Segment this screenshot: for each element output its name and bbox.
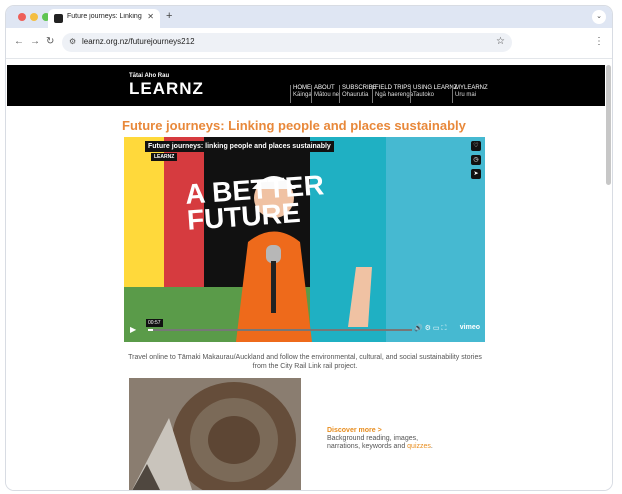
discover-more-link[interactable]: Discover more > [327,427,382,434]
browser-window: Future journeys: Linking pe ✕ + ⌄ ← → ↻ … [6,6,612,490]
page-title: Future journeys: Linking people and plac… [122,118,466,133]
back-icon[interactable]: ← [14,36,24,47]
tab-title: Future journeys: Linking pe [67,13,143,20]
browser-menu-icon[interactable]: ⋮ [594,36,604,47]
vimeo-logo[interactable]: vimeo [460,324,480,331]
nav-about[interactable]: ABOUT Mātou nei [311,85,340,103]
video-brand: LEARNZ [151,153,178,161]
nav-label: ABOUT [314,85,335,91]
bookmark-star-icon[interactable]: ☆ [496,36,505,47]
video-description: Travel online to Tāmaki Makaurau/Aucklan… [128,354,482,370]
video-controls[interactable]: 🔊 ⚙ ▭ ⛶ [414,324,446,333]
watch-later-icon[interactable]: ◷ [471,155,481,165]
video-overlay-text: A BETTER FUTURE [184,169,325,236]
page-content: Tātai Aho Rau LEARNZ HOME Kāinga ABOUT Māt… [6,59,612,490]
site-header: Tātai Aho Rau LEARNZ HOME Kāinga ABOUT Māt… [7,65,605,106]
nav-sublabel: Mātou nei [314,92,341,98]
nav-sublabel: Tautoko [413,92,435,98]
nav-label: HOME [293,85,311,91]
close-window-button[interactable] [18,13,26,21]
nav-sublabel: Kāinga [293,92,312,98]
nav-home[interactable]: HOME Kāinga [290,85,312,103]
play-icon[interactable]: ▶ [130,325,136,334]
learnz-logo[interactable]: LEARNZ [129,79,204,99]
video-time: 00:57 [146,319,163,327]
video-frame [124,137,485,342]
tab-strip: Future journeys: Linking pe ✕ + ⌄ [6,6,612,28]
like-icon[interactable]: ♡ [471,141,481,151]
tunnel-photo [129,378,301,490]
minimize-window-button[interactable] [30,13,38,21]
project-photo [129,378,301,490]
video-progress[interactable] [148,329,412,331]
address-bar[interactable]: ⚙ learnz.org.nz/futurejourneys212 ☆ [62,33,512,52]
reload-icon[interactable]: ↻ [46,36,54,47]
video-title[interactable]: Future journeys: linking people and plac… [145,141,334,152]
forward-icon[interactable]: → [30,36,40,47]
nav-mylearnz[interactable]: MYLEARNZ Uru mai [452,85,488,103]
url-text[interactable]: learnz.org.nz/futurejourneys212 [82,37,195,46]
nav-label: USING LEARNZ [413,85,458,91]
browser-toolbar: ← → ↻ ⚙ learnz.org.nz/futurejourneys212 … [6,28,612,59]
share-icon[interactable]: ➤ [471,169,481,179]
quizzes-link[interactable]: quizzes [407,443,431,450]
nav-label: MYLEARNZ [455,85,488,91]
tab-close-icon[interactable]: ✕ [147,12,154,21]
site-info-icon[interactable]: ⚙ [69,37,76,46]
new-tab-icon[interactable]: + [166,10,172,22]
discover-description: Background reading, images, narrations, … [327,435,433,450]
nav-field-trips[interactable]: FIELD TRIPS Ngā haerenga [372,85,413,103]
scrollbar[interactable] [606,65,611,185]
nav-label: FIELD TRIPS [375,85,412,91]
nav-sublabel: Ngā haerenga [375,92,414,98]
nav-sublabel: Uru mai [455,92,477,98]
video-player[interactable]: A BETTER FUTURE Future journeys: linking … [124,137,485,342]
video-progress-fill [148,329,154,331]
browser-tab[interactable]: Future journeys: Linking pe ✕ [48,9,160,28]
favicon-icon [54,14,63,23]
nav-using-learnz[interactable]: USING LEARNZ Tautoko [410,85,457,103]
tab-search-icon[interactable]: ⌄ [592,10,606,24]
